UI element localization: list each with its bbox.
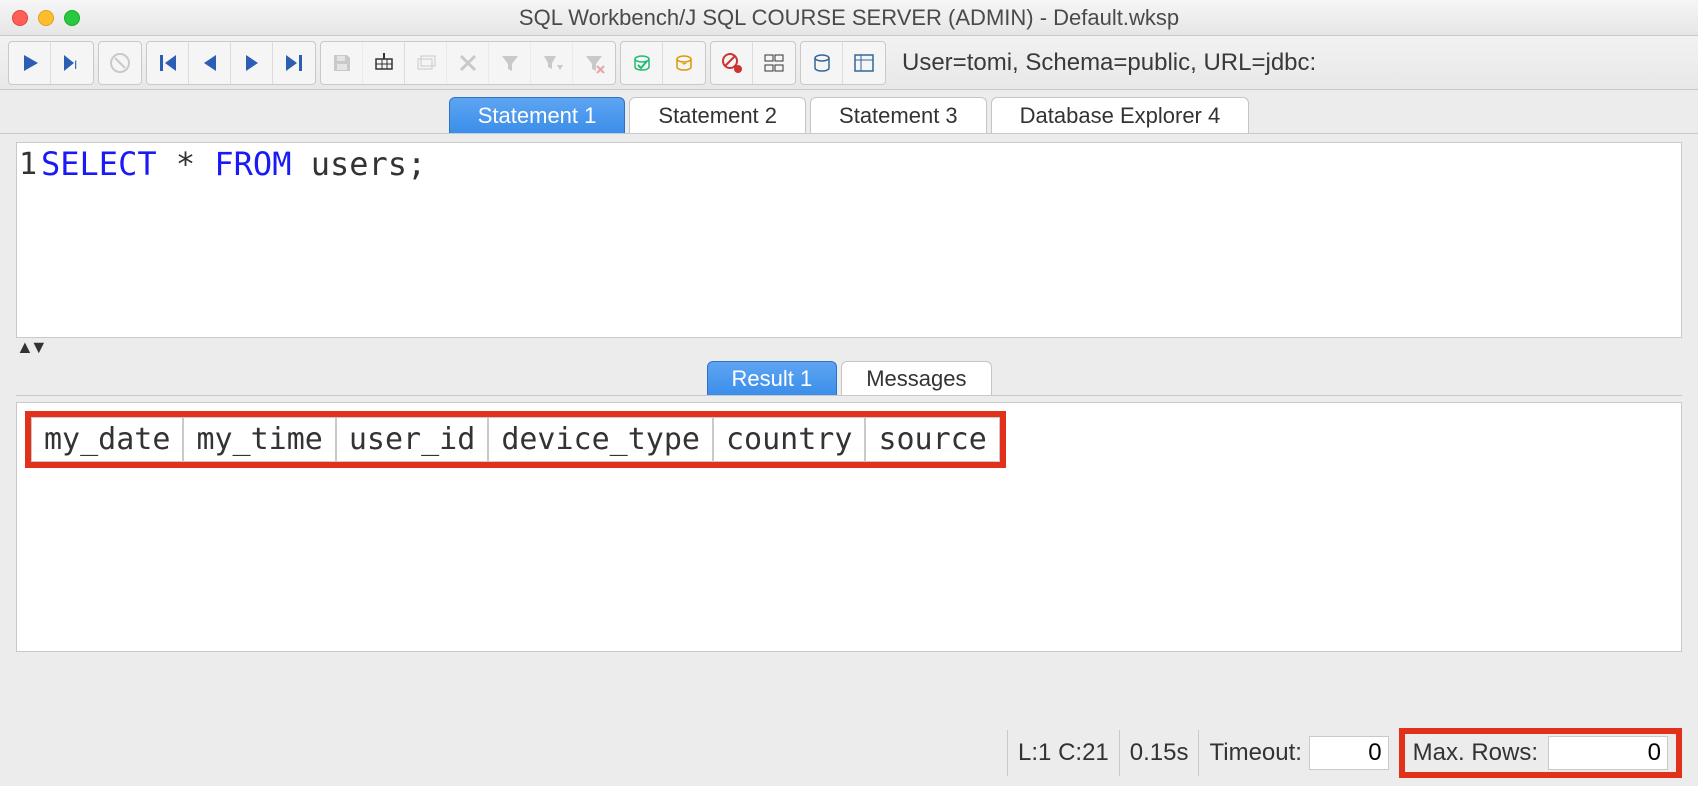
sql-text: users; <box>291 145 426 183</box>
statement-tabs: Statement 1 Statement 2 Statement 3 Data… <box>0 90 1698 134</box>
save-button[interactable] <box>321 42 363 84</box>
titlebar: SQL Workbench/J SQL COURSE SERVER (ADMIN… <box>0 0 1698 36</box>
window-controls <box>12 10 80 26</box>
column-header[interactable]: my_time <box>183 417 335 462</box>
column-header[interactable]: source <box>865 417 999 462</box>
maximize-button[interactable] <box>64 10 80 26</box>
connection-info: User=tomi, Schema=public, URL=jdbc: <box>902 49 1316 77</box>
filter-dropdown-button[interactable] <box>531 42 573 84</box>
svg-text:I: I <box>74 58 77 72</box>
sql-keyword: FROM <box>214 145 291 183</box>
timeout-section: Timeout: <box>1198 730 1398 776</box>
sql-keyword: SELECT <box>41 145 157 183</box>
execute-current-button[interactable]: I <box>51 42 93 84</box>
sql-text: * <box>157 145 215 183</box>
copy-row-button[interactable] <box>405 42 447 84</box>
splitter-handle[interactable]: ▲▼ <box>16 338 1682 356</box>
insert-row-button[interactable] <box>363 42 405 84</box>
append-results-button[interactable] <box>753 42 795 84</box>
stop-button[interactable] <box>99 42 141 84</box>
execute-button[interactable] <box>9 42 51 84</box>
next-button[interactable] <box>231 42 273 84</box>
clear-filter-button[interactable] <box>573 42 615 84</box>
window-title: SQL Workbench/J SQL COURSE SERVER (ADMIN… <box>519 5 1179 31</box>
column-header[interactable]: country <box>713 417 865 462</box>
tab-statement-1[interactable]: Statement 1 <box>449 97 626 133</box>
maxrows-section: Max. Rows: <box>1399 730 1682 776</box>
sql-editor[interactable]: 1 SELECT * FROM users; <box>16 142 1682 338</box>
column-header[interactable]: device_type <box>488 417 713 462</box>
minimize-button[interactable] <box>38 10 54 26</box>
status-bar: L:1 C:21 0.15s Timeout: Max. Rows: <box>16 730 1682 776</box>
sql-code[interactable]: SELECT * FROM users; <box>41 143 426 337</box>
result-tabs: Result 1 Messages <box>16 356 1682 396</box>
tab-statement-2[interactable]: Statement 2 <box>629 97 806 133</box>
toolbar: I <box>0 36 1698 90</box>
close-button[interactable] <box>12 10 28 26</box>
tab-messages[interactable]: Messages <box>841 361 991 395</box>
highlighted-max-rows: Max. Rows: <box>1399 728 1682 778</box>
delete-row-button[interactable] <box>447 42 489 84</box>
tab-db-explorer[interactable]: Database Explorer 4 <box>991 97 1250 133</box>
result-grid[interactable]: my_date my_time user_id device_type coun… <box>16 402 1682 652</box>
elapsed-time: 0.15s <box>1119 730 1199 776</box>
timeout-label: Timeout: <box>1209 739 1301 767</box>
rollback-button[interactable] <box>663 42 705 84</box>
splitter-arrows-icon: ▲▼ <box>16 337 44 358</box>
maxrows-label: Max. Rows: <box>1413 739 1538 767</box>
highlighted-column-headers: my_date my_time user_id device_type coun… <box>25 411 1006 468</box>
last-button[interactable] <box>273 42 315 84</box>
column-header[interactable]: user_id <box>336 417 488 462</box>
line-number-gutter: 1 <box>17 143 41 337</box>
show-db-tree-button[interactable] <box>843 42 885 84</box>
ignore-errors-button[interactable] <box>711 42 753 84</box>
timeout-input[interactable] <box>1309 736 1389 770</box>
tab-result-1[interactable]: Result 1 <box>707 361 838 395</box>
tab-statement-3[interactable]: Statement 3 <box>810 97 987 133</box>
prev-button[interactable] <box>189 42 231 84</box>
commit-button[interactable] <box>621 42 663 84</box>
column-header[interactable]: my_date <box>31 417 183 462</box>
first-button[interactable] <box>147 42 189 84</box>
cursor-position: L:1 C:21 <box>1007 730 1119 776</box>
maxrows-input[interactable] <box>1548 736 1668 770</box>
show-db-explorer-button[interactable] <box>801 42 843 84</box>
filter-button[interactable] <box>489 42 531 84</box>
